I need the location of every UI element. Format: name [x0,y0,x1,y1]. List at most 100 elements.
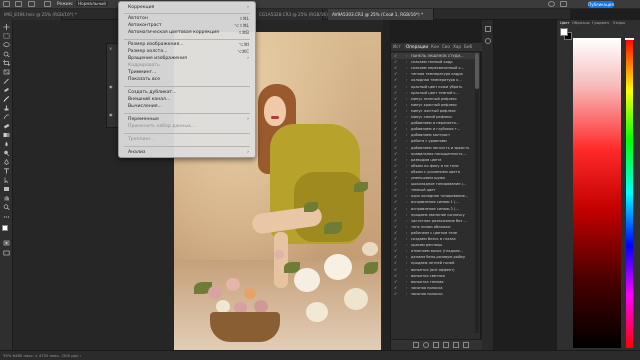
shape-tool-icon[interactable] [3,186,10,192]
new-action-icon[interactable] [453,342,459,348]
history-brush-tool-icon[interactable] [3,114,10,120]
status-text: 39% 6480 пикс. x 4720 пикс. (300 ppi) › [3,353,82,358]
marquee-tool-icon[interactable] [3,33,10,39]
dodge-tool-icon[interactable] [3,150,10,157]
tab-doc-3[interactable]: AV9A5303.CR3 @ 25% (Слой 1, RGB/16*) * [328,9,434,20]
hand-tool-icon[interactable] [3,195,10,201]
menu-item-crop: Кадрировать [128,63,160,68]
workspace-icon[interactable] [560,1,567,7]
pen-tool-icon[interactable] [3,158,10,165]
eraser-tool-icon[interactable] [3,123,10,129]
menu-item-apply-image[interactable]: Внешний канал... [128,97,249,103]
actions-footer [391,339,482,350]
menu-item-variables[interactable]: Переменные › [128,117,249,123]
action-label: засоняя полоски [411,291,443,296]
image-menu-dropdown: Коррекция › Автотон ⇧⌘L Автоконтраст ⌥⇧⌘L А… [118,1,256,158]
zoom-tool-icon[interactable] [3,204,10,211]
tab-doc-1[interactable]: IMG_8194.heic @ 25% (RGB/16*) * [0,9,77,20]
menu-item-duplicate[interactable]: Создать дубликат... [128,90,249,96]
healing-brush-tool-icon[interactable] [3,87,10,93]
actions-panel-tabs: Ист Операции Кон Сво Хар Биб [391,43,482,52]
options-bar: Режим: Нормальный Публикация [0,0,640,9]
home-icon[interactable] [3,1,10,7]
crop-tool-icon[interactable] [3,60,10,66]
menu-item-canvas-size[interactable]: Размер холста... ⌥⌘C [128,49,249,55]
tab-properties[interactable]: Сво [442,44,450,49]
submenu-arrow-icon: › [247,56,249,61]
search-icon[interactable] [548,1,555,7]
canvas-vertical-scrollbar[interactable] [383,20,390,350]
eyedropper-tool-icon[interactable] [3,78,10,84]
foreground-color-swatch[interactable] [2,225,8,231]
brush-tool-icon[interactable] [3,96,10,102]
menu-item-auto-contrast[interactable]: Автоконтраст ⌥⇧⌘L [128,23,249,29]
frame-tool-icon[interactable] [3,69,10,75]
close-icon[interactable]: × [109,46,112,51]
tab-history[interactable]: Ист [393,44,401,49]
tab-actions[interactable]: Операции [404,44,431,49]
foreground-swatch[interactable] [560,28,568,36]
checkmark-icon[interactable]: ✓ [394,291,397,297]
gradient-tool-icon[interactable] [3,132,10,138]
tab-character[interactable]: Хар [453,44,461,49]
actions-panel: Ист Операции Кон Сво Хар Биб ✓ › ПАНЕЛЬ ЭК… [390,43,482,350]
menu-item-trap: Треппинг... [128,137,156,142]
type-tool-icon[interactable] [3,168,10,174]
menu-separator [124,13,250,14]
mode-toggle-icon[interactable] [44,1,51,7]
eye-icon[interactable]: ◉ [109,84,113,89]
brush-preset-icon[interactable] [15,1,22,7]
submenu-arrow-icon: › [247,117,249,122]
new-set-icon[interactable] [443,342,449,348]
menu-item-analysis[interactable]: Анализ › [128,150,249,156]
tab-doc-2[interactable]: CG1A5328.CR3 @ 25% (RGB/16) * [255,9,331,20]
mode-label: Режим: [57,1,74,6]
menu-item-image-size[interactable]: Размер изображения... ⌥⌘I [128,42,249,48]
lasso-tool-icon[interactable] [3,42,10,48]
menu-item-image-rotation[interactable]: Вращение изображения › [128,56,249,62]
eye-icon[interactable]: ◉ [109,112,113,117]
menu-separator [124,146,250,147]
submenu-arrow-icon: › [247,5,249,10]
path-select-tool-icon[interactable] [3,177,10,184]
expand-caret-icon[interactable]: › [406,291,407,297]
quick-select-tool-icon[interactable] [3,51,10,58]
mode-select[interactable]: Нормальный [76,1,109,6]
more-tools-icon[interactable] [3,214,10,220]
adjustments-icon[interactable] [485,38,491,44]
action-item[interactable]: ✓ › засоняя полоски [391,291,475,297]
hue-slider[interactable] [625,38,634,348]
layers-icon[interactable] [485,26,491,32]
play-icon[interactable] [433,342,439,348]
screen-mode-icon[interactable] [3,250,10,256]
menu-item-adjustments[interactable]: Коррекция › [128,5,249,11]
menu-item-trim[interactable]: Тримминг... [128,70,249,76]
menu-item-apply-data-set: Применить набор данных... [128,124,196,129]
tab-gradients[interactable]: Градиен [592,20,609,25]
tab-patterns[interactable]: Узоры [613,20,625,25]
blur-tool-icon[interactable] [3,141,10,147]
tab-color[interactable]: Цвет [560,20,570,25]
actions-scrollbar[interactable] [475,53,479,333]
menu-item-auto-tone[interactable]: Автотон ⇧⌘L [128,16,249,22]
tab-libraries[interactable]: Биб [464,44,472,49]
clone-stamp-tool-icon[interactable] [3,105,10,111]
hue-slider-handle[interactable] [625,38,634,40]
tools-panel [0,20,13,350]
record-icon[interactable] [423,342,429,348]
share-button[interactable]: Публикация [588,0,614,8]
color-field[interactable] [573,38,621,348]
menu-item-reveal-all[interactable]: Показать все [128,77,249,83]
menu-separator [124,113,250,114]
menu-item-auto-color[interactable]: Автоматическая цветовая коррекция ⇧⌘B [128,30,249,36]
submenu-arrow-icon: › [247,150,249,155]
tab-contour[interactable]: Кон [431,44,439,49]
move-tool-icon[interactable] [3,24,10,30]
stop-icon[interactable] [413,342,419,348]
collapsed-panels-strip [482,20,494,350]
brush-settings-icon[interactable] [28,1,35,7]
tab-swatches[interactable]: Образцы [572,20,590,25]
quick-mask-icon[interactable] [3,240,10,246]
menu-item-calculations[interactable]: Вычисления... [128,104,249,110]
trash-icon[interactable] [463,342,469,348]
